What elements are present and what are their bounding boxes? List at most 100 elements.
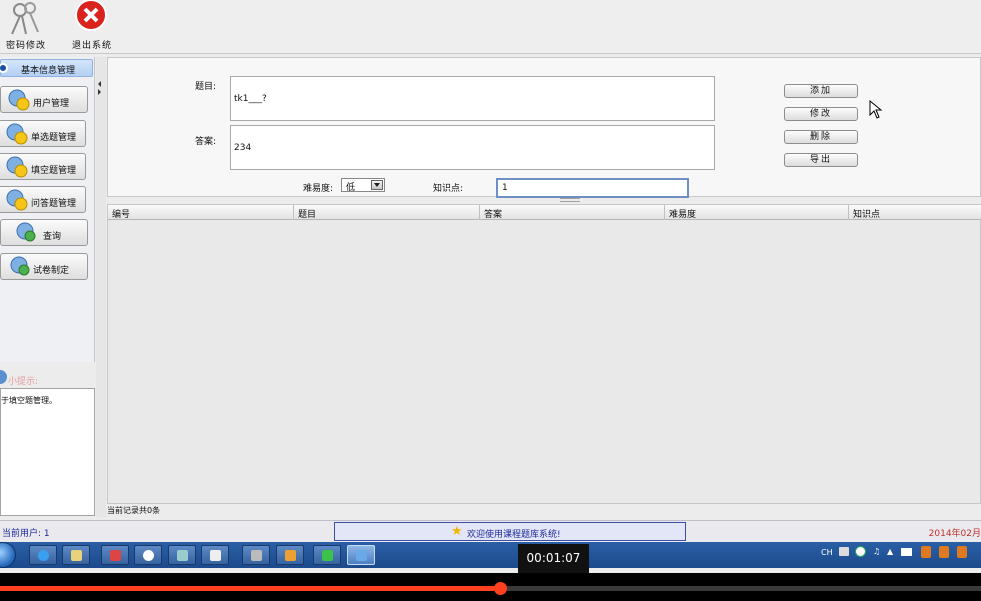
volume-icon[interactable]: ♫ <box>873 547 880 556</box>
media-icon <box>110 550 121 561</box>
close-icon <box>75 0 107 31</box>
column-header-id[interactable]: 编号 <box>108 205 294 220</box>
app-taskbar-button-2[interactable] <box>134 545 162 565</box>
folder-icon <box>71 550 82 561</box>
keys-icon <box>11 2 39 35</box>
app-taskbar-button-5[interactable] <box>242 545 270 565</box>
java-tray-icon[interactable] <box>939 546 949 558</box>
add-button[interactable]: 添加 <box>784 84 858 98</box>
sidebar-item-fill-blank[interactable]: 填空题管理 <box>0 153 86 180</box>
column-header-question[interactable]: 题目 <box>294 205 480 220</box>
tip-title: 小提示: <box>8 377 39 387</box>
network-icon[interactable] <box>901 548 912 556</box>
knowledge-value: 1 <box>502 183 508 193</box>
welcome-banner: ★ 欢迎使用课程题库系统! <box>334 522 686 541</box>
java-tray-icon[interactable] <box>957 546 967 558</box>
change-password-button[interactable]: 密码修改 <box>0 0 52 52</box>
ie-taskbar-button[interactable] <box>29 545 57 565</box>
sidebar-header-label: 基本信息管理 <box>21 66 76 76</box>
tip-panel: 小提示: 于填空题管理。 <box>0 366 95 516</box>
difficulty-label: 难易度: <box>303 184 334 194</box>
tray-expand-icon[interactable]: ▲ <box>887 547 893 556</box>
book-icon <box>285 550 296 561</box>
sidebar-item-user-management[interactable]: 用户管理 <box>0 86 88 113</box>
edit-button[interactable]: 修改 <box>784 107 858 121</box>
answer-textarea[interactable]: 234 <box>230 125 715 170</box>
sidebar-item-query[interactable]: 查询 <box>0 219 88 246</box>
explorer-taskbar-button[interactable] <box>62 545 90 565</box>
column-header-label: 题目 <box>298 210 317 220</box>
question-label: 题目: <box>195 82 217 92</box>
sogou-icon <box>143 550 154 561</box>
question-textarea[interactable]: tk1___? <box>230 76 715 121</box>
user-smiley-icon <box>6 189 28 211</box>
help-icon[interactable] <box>855 546 866 557</box>
user-green-icon <box>10 256 30 276</box>
sidebar-item-qa[interactable]: 问答题管理 <box>0 186 86 213</box>
sidebar-item-label: 填空题管理 <box>31 166 77 176</box>
tip-text: 于填空题管理。 <box>1 396 57 405</box>
user-smiley-icon <box>6 123 28 145</box>
bullet-icon <box>0 63 8 73</box>
column-header-label: 答案 <box>484 210 503 220</box>
knowledge-input[interactable]: 1 <box>496 178 689 198</box>
answer-label: 答案: <box>195 137 217 147</box>
app-taskbar-button-3[interactable] <box>168 545 196 565</box>
sidebar-item-single-choice[interactable]: 单选题管理 <box>0 120 86 147</box>
answer-value: 234 <box>234 143 252 153</box>
difficulty-value: 低 <box>346 183 356 193</box>
exit-system-button[interactable]: 退出系统 <box>66 0 118 52</box>
video-timecode: 00:01:07 <box>518 544 589 573</box>
sidebar-item-exam-paper[interactable]: 试卷制定 <box>0 253 88 280</box>
app-taskbar-button-1[interactable] <box>101 545 129 565</box>
sidebar-header[interactable]: 基本信息管理 <box>0 59 93 77</box>
record-count: 当前记录共0条 <box>107 506 161 515</box>
panel-splitter[interactable] <box>96 57 106 517</box>
column-header-knowledge[interactable]: 知识点 <box>849 205 981 220</box>
start-button[interactable] <box>0 542 16 568</box>
change-password-label: 密码修改 <box>5 41 46 51</box>
progress-handle[interactable] <box>494 582 508 595</box>
tools-icon <box>251 550 262 561</box>
sidebar-item-label: 查询 <box>43 232 62 242</box>
date-text: 2014年02月 <box>928 529 981 539</box>
eclipse-icon <box>177 550 188 561</box>
user-green-icon <box>16 222 36 242</box>
document-icon <box>210 550 221 561</box>
column-header-label: 编号 <box>112 210 131 220</box>
cursor-icon <box>869 100 883 119</box>
video-progress-bar[interactable] <box>0 573 981 601</box>
sidebar: 基本信息管理 用户管理 单选题管理 填空题管理 问答题管理 查询 试卷制定 <box>0 57 95 362</box>
toolbar: 密码修改 退出系统 <box>0 0 981 54</box>
star-icon: ★ <box>451 524 463 539</box>
app-taskbar-button-7[interactable] <box>313 545 341 565</box>
table-header: 编号 题目 答案 难易度 知识点 <box>108 205 981 220</box>
app-taskbar-button-6[interactable] <box>276 545 304 565</box>
user-smiley-icon <box>6 156 28 178</box>
keyboard-icon[interactable] <box>839 547 849 556</box>
difficulty-select[interactable]: 低 <box>341 178 385 193</box>
column-header-difficulty[interactable]: 难易度 <box>665 205 849 220</box>
welcome-text: 欢迎使用课程题库系统! <box>467 530 561 540</box>
user-smiley-icon <box>8 89 30 111</box>
java-tray-icon[interactable] <box>921 546 931 558</box>
info-icon <box>0 370 7 384</box>
sidebar-item-label: 问答题管理 <box>31 199 77 209</box>
language-indicator[interactable]: CH <box>821 548 833 557</box>
knowledge-label: 知识点: <box>433 184 464 194</box>
app-taskbar-button-4[interactable] <box>201 545 229 565</box>
download-icon <box>322 550 333 561</box>
column-header-answer[interactable]: 答案 <box>480 205 665 220</box>
ie-icon <box>38 550 49 561</box>
app-taskbar-button-active[interactable] <box>347 545 375 565</box>
export-button[interactable]: 导出 <box>784 153 858 167</box>
column-header-label: 难易度 <box>669 210 697 220</box>
column-header-label: 知识点 <box>853 210 881 220</box>
sidebar-item-label: 试卷制定 <box>33 266 70 276</box>
progress-fill <box>0 586 501 591</box>
delete-button[interactable]: 删除 <box>784 130 858 144</box>
horizontal-splitter[interactable] <box>560 198 580 202</box>
sidebar-item-label: 用户管理 <box>33 99 70 109</box>
taskbar: CH ♫ ▲ <box>0 542 981 568</box>
chevron-down-icon <box>371 180 383 190</box>
